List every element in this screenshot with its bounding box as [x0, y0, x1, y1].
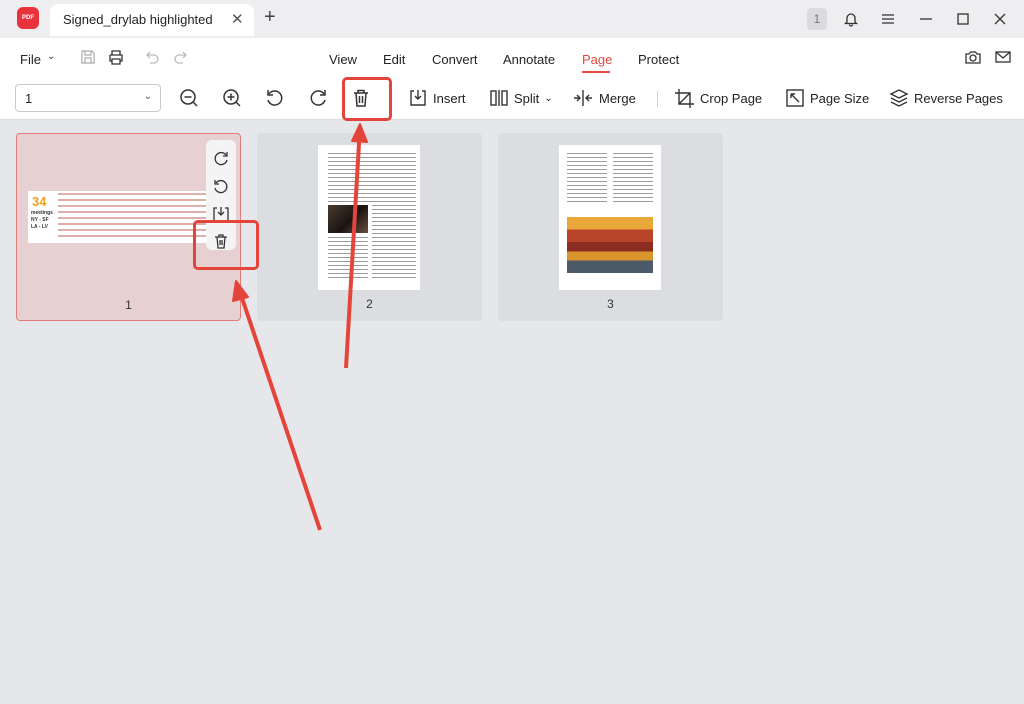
annotation-arrows — [232, 123, 368, 531]
